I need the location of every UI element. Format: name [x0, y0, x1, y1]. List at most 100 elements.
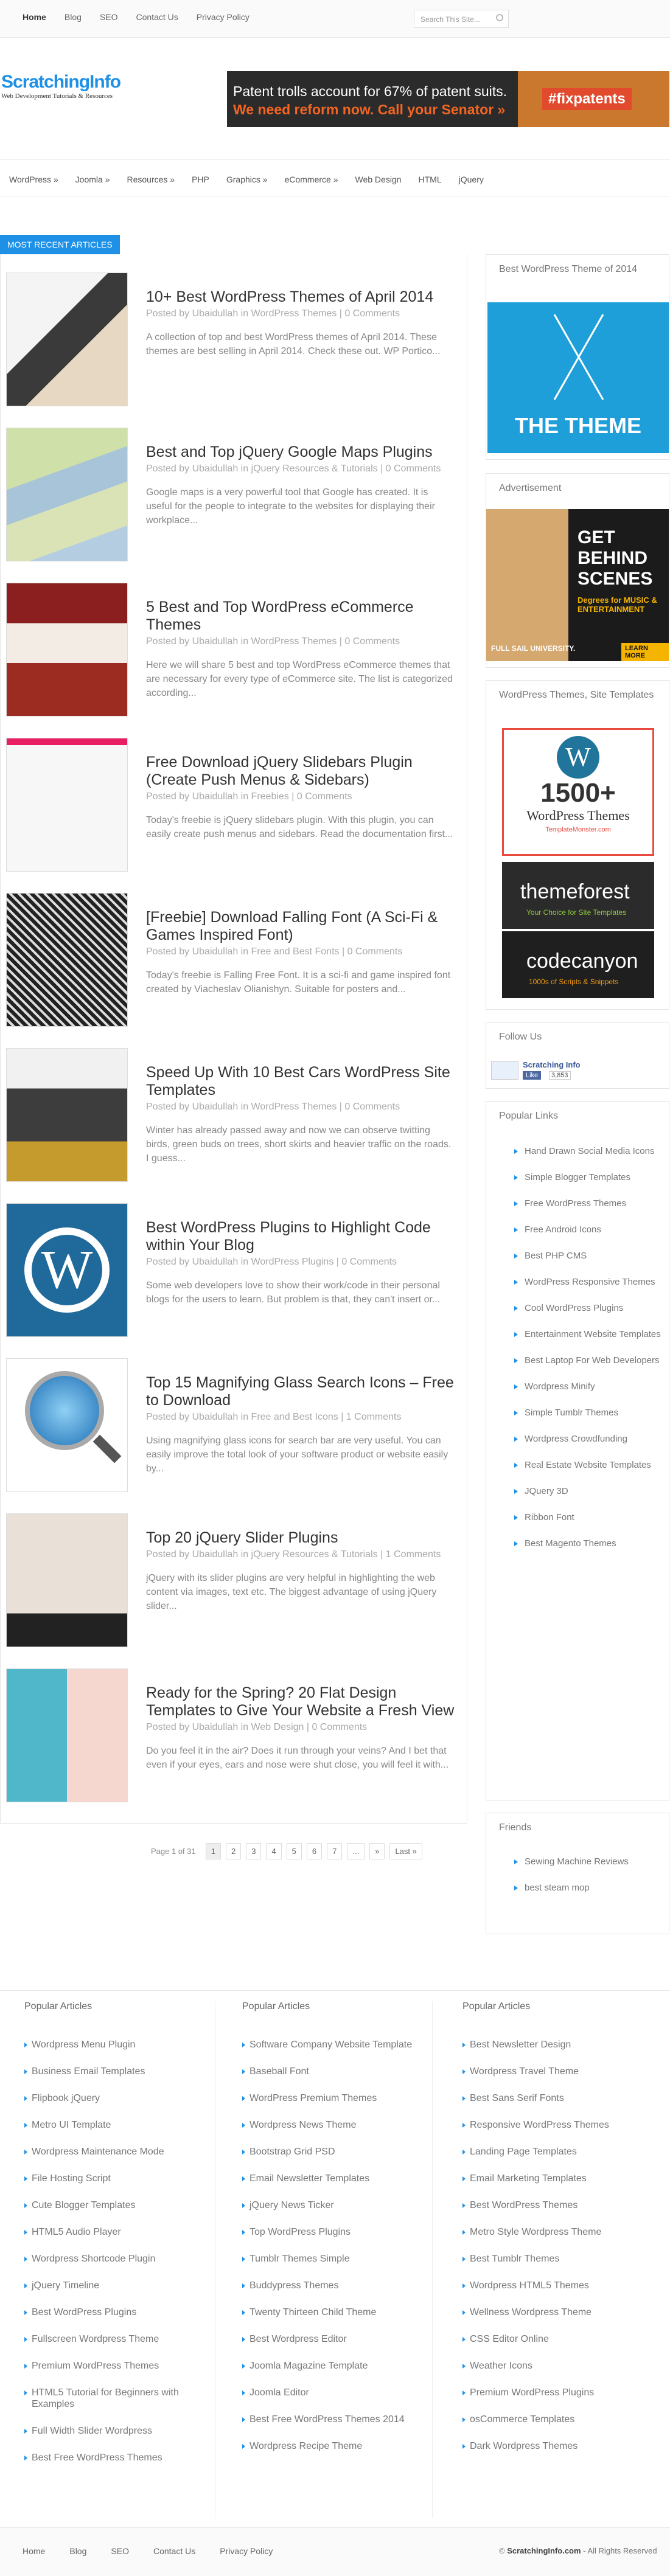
footer-link[interactable]: Best Tumblr Themes — [438, 2253, 639, 2265]
site-logo[interactable]: ScratchingInfo Web Development Tutorials… — [1, 72, 121, 100]
article-thumbnail[interactable] — [6, 738, 128, 872]
footer-link[interactable]: Twenty Thirteen Child Theme — [218, 2307, 419, 2318]
top-nav-blog[interactable]: Blog — [65, 12, 82, 22]
the-theme-ad[interactable]: THE THEME — [487, 302, 669, 453]
footer-link[interactable]: Fullscreen Wordpress Theme — [0, 2333, 201, 2345]
footer-link[interactable]: Wordpress Shortcode Plugin — [0, 2253, 201, 2265]
page-link-4[interactable]: 4 — [266, 1843, 282, 1859]
footer-link[interactable]: Metro Style Wordpress Theme — [438, 2226, 639, 2238]
main-nav-php[interactable]: PHP — [192, 175, 209, 184]
popular-link[interactable]: Hand Drawn Social Media Icons — [486, 1145, 669, 1157]
footer-link[interactable]: Bootstrap Grid PSD — [218, 2146, 419, 2158]
footer-link[interactable]: Wordpress HTML5 Themes — [438, 2280, 639, 2291]
article-title[interactable]: 5 Best and Top WordPress eCommerce Theme… — [146, 599, 456, 634]
ad-learn-more-button[interactable]: LEARN MORE — [621, 643, 669, 661]
footer-link[interactable]: Premium WordPress Themes — [0, 2360, 201, 2372]
article-title[interactable]: Best and Top jQuery Google Maps Plugins — [146, 443, 456, 461]
facebook-like-button[interactable]: Like — [523, 1071, 542, 1080]
article-title[interactable]: [Freebie] Download Falling Font (A Sci-F… — [146, 909, 456, 944]
article-title[interactable]: Top 15 Magnifying Glass Search Icons – F… — [146, 1374, 456, 1409]
article-thumbnail[interactable] — [6, 428, 128, 561]
article-title[interactable]: Top 20 jQuery Slider Plugins — [146, 1529, 456, 1547]
footer-link[interactable]: Best Free WordPress Themes — [0, 2452, 201, 2463]
article-title[interactable]: Speed Up With 10 Best Cars WordPress Sit… — [146, 1064, 456, 1099]
footer-link[interactable]: Best Free WordPress Themes 2014 — [218, 2414, 419, 2425]
article-thumbnail[interactable] — [6, 1358, 128, 1492]
bottom-nav-home[interactable]: Home — [23, 2546, 45, 2556]
article-thumbnail[interactable] — [6, 1513, 128, 1647]
footer-link[interactable]: Wordpress Maintenance Mode — [0, 2146, 201, 2158]
popular-link[interactable]: Entertainment Website Templates — [486, 1328, 669, 1340]
full-sail-ad[interactable]: GET BEHIND SCENES Degrees for MUSIC & EN… — [486, 509, 669, 661]
popular-link[interactable]: Cool WordPress Plugins — [486, 1302, 669, 1314]
bottom-nav-seo[interactable]: SEO — [111, 2546, 129, 2556]
main-nav-resources[interactable]: Resources » — [127, 175, 175, 184]
footer-link[interactable]: Software Company Website Template — [218, 2039, 419, 2050]
footer-link[interactable]: WordPress Premium Themes — [218, 2092, 419, 2104]
top-nav-privacy[interactable]: Privacy Policy — [197, 12, 250, 22]
page-link-2[interactable]: 2 — [225, 1843, 242, 1859]
page-link-1[interactable]: 1 — [205, 1843, 221, 1859]
main-nav-jquery[interactable]: jQuery — [459, 175, 484, 184]
footer-link[interactable]: Best Sans Serif Fonts — [438, 2092, 639, 2104]
footer-link[interactable]: Email Marketing Templates — [438, 2173, 639, 2184]
article-thumbnail[interactable] — [6, 893, 128, 1027]
footer-link[interactable]: Email Newsletter Templates — [218, 2173, 419, 2184]
footer-link[interactable]: Cute Blogger Templates — [0, 2199, 201, 2211]
footer-link[interactable]: Metro UI Template — [0, 2119, 201, 2131]
article-title[interactable]: Best WordPress Plugins to Highlight Code… — [146, 1219, 456, 1254]
footer-link[interactable]: HTML5 Audio Player — [0, 2226, 201, 2238]
article-title[interactable]: 10+ Best WordPress Themes of April 2014 — [146, 288, 456, 306]
footer-link[interactable]: Buddypress Themes — [218, 2280, 419, 2291]
footer-link[interactable]: Best WordPress Themes — [438, 2199, 639, 2211]
popular-link[interactable]: JQuery 3D — [486, 1485, 669, 1497]
footer-link[interactable]: osCommerce Templates — [438, 2414, 639, 2425]
facebook-page-name[interactable]: Scratching Info — [523, 1060, 581, 1069]
popular-link[interactable]: Simple Blogger Templates — [486, 1172, 669, 1183]
footer-link[interactable]: Full Width Slider Wordpress — [0, 2425, 201, 2437]
friend-link[interactable]: Sewing Machine Reviews — [486, 1856, 669, 1867]
footer-link[interactable]: Premium WordPress Plugins — [438, 2387, 639, 2398]
article-thumbnail[interactable]: W — [6, 1203, 128, 1337]
footer-link[interactable]: Joomla Editor — [218, 2387, 419, 2398]
footer-link[interactable]: Best WordPress Plugins — [0, 2307, 201, 2318]
popular-link[interactable]: Real Estate Website Templates — [486, 1459, 669, 1471]
main-nav-web-design[interactable]: Web Design — [355, 175, 402, 184]
footer-link[interactable]: Wordpress News Theme — [218, 2119, 419, 2131]
article-thumbnail[interactable] — [6, 1668, 128, 1802]
main-nav-html[interactable]: HTML — [419, 175, 442, 184]
top-nav-contact[interactable]: Contact Us — [136, 12, 178, 22]
popular-link[interactable]: Wordpress Crowdfunding — [486, 1433, 669, 1445]
codecanyon-ad[interactable]: codecanyon 1000s of Scripts & Snippets — [502, 931, 654, 998]
footer-link[interactable]: Dark Wordpress Themes — [438, 2440, 639, 2452]
page-next[interactable]: » — [369, 1843, 385, 1859]
template-monster-ad[interactable]: W 1500+ WordPress Themes TemplateMonster… — [502, 728, 654, 856]
footer-link[interactable]: Landing Page Templates — [438, 2146, 639, 2158]
popular-link[interactable]: WordPress Responsive Themes — [486, 1276, 669, 1288]
footer-link[interactable]: HTML5 Tutorial for Beginners with Exampl… — [0, 2387, 201, 2410]
page-link-6[interactable]: 6 — [306, 1843, 323, 1859]
footer-link[interactable]: Weather Icons — [438, 2360, 639, 2372]
footer-link[interactable]: jQuery News Ticker — [218, 2199, 419, 2211]
article-title[interactable]: Free Download jQuery Slidebars Plugin (C… — [146, 754, 456, 789]
article-thumbnail[interactable] — [6, 583, 128, 717]
footer-link[interactable]: Responsive WordPress Themes — [438, 2119, 639, 2131]
main-nav-joomla[interactable]: Joomla » — [75, 175, 110, 184]
footer-link[interactable]: Best Newsletter Design — [438, 2039, 639, 2050]
popular-link[interactable]: Best Magento Themes — [486, 1538, 669, 1549]
patent-banner-ad[interactable]: Patent trolls account for 67% of patent … — [227, 71, 669, 127]
footer-link[interactable]: File Hosting Script — [0, 2173, 201, 2184]
bottom-nav-contact[interactable]: Contact Us — [153, 2546, 195, 2556]
popular-link[interactable]: Wordpress Minify — [486, 1381, 669, 1392]
article-thumbnail[interactable] — [6, 1048, 128, 1182]
footer-link[interactable]: Wordpress Menu Plugin — [0, 2039, 201, 2050]
article-thumbnail[interactable] — [6, 273, 128, 406]
footer-link[interactable]: Best Wordpress Editor — [218, 2333, 419, 2345]
facebook-page-avatar[interactable] — [491, 1061, 518, 1080]
main-nav-ecommerce[interactable]: eCommerce » — [285, 175, 338, 184]
popular-link[interactable]: Simple Tumblr Themes — [486, 1407, 669, 1418]
page-last[interactable]: Last » — [389, 1843, 422, 1859]
footer-link[interactable]: Baseball Font — [218, 2066, 419, 2077]
copyright-site[interactable]: ScratchingInfo.com — [507, 2546, 581, 2555]
popular-link[interactable]: Best Laptop For Web Developers — [486, 1355, 669, 1366]
